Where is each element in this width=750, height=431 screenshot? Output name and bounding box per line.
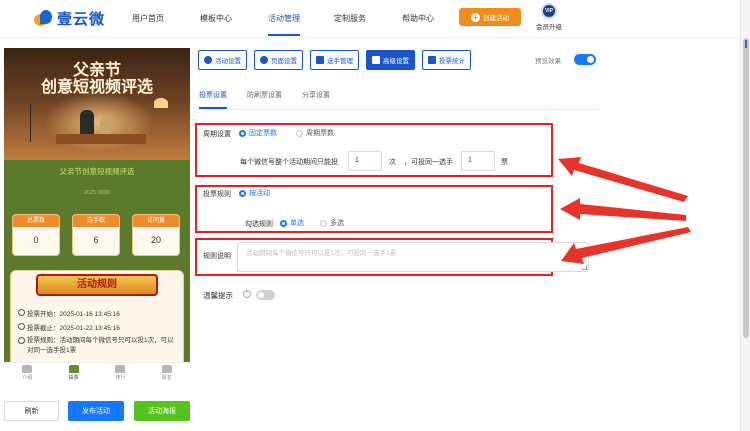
rules-title: 活动规则 [36, 274, 158, 296]
page-settings-button[interactable]: 页面设置 [254, 50, 303, 70]
nav-item-home[interactable]: 用户首页 [132, 13, 164, 24]
page-icon [260, 56, 268, 64]
rule-vote: 投票规则：活动期间每个微信号只可以投1次，可以对同一选手投1票 [18, 336, 178, 356]
rank-icon [115, 365, 126, 373]
arrow-cycle [558, 157, 688, 202]
radio-periodic-votes[interactable]: 周期票数 [296, 128, 334, 138]
tab-share-settings[interactable]: 分享设置 [302, 90, 330, 100]
home-icon [22, 365, 33, 373]
activity-settings-button[interactable]: 活动设置 [198, 50, 247, 70]
settings-subtabs: 投票设置 防刷票设置 分享设置 [199, 90, 599, 110]
preview-effect-toggle[interactable] [574, 54, 596, 65]
same-contestant-input[interactable]: 1 [461, 151, 495, 171]
plus-icon: + [471, 12, 480, 22]
tip-label: 温馨提示 [203, 291, 233, 300]
father-figure-icon [80, 110, 94, 136]
votes-per-user-input[interactable]: 1 [348, 151, 382, 171]
radio-single[interactable]: 单选 [280, 218, 304, 228]
preview-subtitle: 父亲节创意短视频评选 [59, 167, 135, 176]
tip-toggle[interactable] [256, 290, 275, 300]
phone-preview: 父亲节 创意短视频评选 父亲节创意短视频评选 2025 0000 总票数 0 选… [4, 48, 190, 385]
stat-label: 选手数 [73, 215, 119, 227]
users-icon [316, 56, 324, 64]
vip-badge-icon: VIP [541, 3, 557, 19]
rule-start: 投票开始：2025-01-16 13:45:16 [18, 308, 178, 318]
lamp-icon [154, 98, 168, 108]
chart-icon [428, 56, 436, 64]
radio-multi[interactable]: 多选 [320, 218, 344, 228]
arrow-vote-rule [560, 198, 686, 221]
rule-text-c: ，可投同一选手 [404, 159, 453, 166]
rule-text-b: 次 [389, 159, 396, 166]
tab-rank[interactable]: 排行 [97, 363, 144, 385]
child-figure-icon [100, 116, 111, 136]
info-icon [18, 336, 25, 344]
vote-stats-button[interactable]: 投票统计 [422, 50, 471, 70]
tab-anti-fraud[interactable]: 防刷票设置 [247, 90, 282, 100]
nav-item-activities[interactable]: 活动管理 [268, 13, 300, 36]
tab-vote[interactable]: 投票 [51, 363, 98, 385]
banner-title-line2: 创意短视频评选 [40, 79, 153, 96]
rule-end: 投票截止：2025-01-22 13:45:16 [18, 322, 178, 332]
signup-icon [161, 365, 172, 373]
tab-vote-settings[interactable]: 投票设置 [199, 90, 227, 109]
publish-button[interactable]: 发布活动 [68, 401, 124, 421]
gear-icon [204, 56, 212, 64]
clock-icon [18, 308, 25, 316]
radio-by-activity[interactable]: 按活动 [239, 188, 270, 198]
tripod-icon [30, 104, 42, 142]
rule-desc-placeholder: 活动期间每个微信号只可以投1次，可投同一选手1票 [246, 250, 397, 257]
tab-signup[interactable]: 报名 [144, 363, 191, 385]
rule-text-a: 每个微信号整个活动期间只能投 [240, 159, 338, 166]
poster-button[interactable]: 活动海报 [134, 401, 190, 421]
vote-icon [68, 365, 79, 373]
table-shape [56, 134, 146, 144]
nav-item-custom[interactable]: 定制服务 [334, 13, 366, 24]
stat-value: 6 [93, 235, 99, 245]
preview-banner: 父亲节 创意短视频评选 [4, 48, 190, 160]
create-activity-label: 创建活动 [483, 15, 509, 22]
stat-value: 20 [150, 235, 161, 245]
rule-desc-textarea[interactable]: 活动期间每个微信号只可以投1次，可投同一选手1票 [237, 242, 589, 272]
radio-fixed-votes[interactable]: 固定票数 [239, 128, 277, 138]
stat-label: 总票数 [13, 215, 59, 227]
stat-contestants: 选手数 6 [72, 214, 120, 256]
create-activity-button[interactable]: + 创建活动 [459, 8, 521, 26]
stat-visits: 访问量 20 [132, 214, 180, 256]
sliders-icon [372, 56, 380, 64]
nav-item-templates[interactable]: 模板中心 [200, 13, 232, 24]
scrollbar-thumb[interactable] [743, 38, 749, 338]
resize-handle-icon[interactable] [582, 265, 587, 270]
vip-label: 会员升级 [536, 24, 562, 31]
preview-tabbar: 介绍 投票 排行 报名 [4, 362, 190, 385]
vip-upgrade[interactable]: VIP 会员升级 [535, 3, 563, 31]
rule-desc-label: 规则说明 [203, 253, 231, 260]
page-scrollbar[interactable] [740, 0, 750, 431]
clock-icon [18, 322, 25, 330]
vote-rule-label: 投票规则 [203, 191, 231, 198]
logo[interactable]: 壹云微 [32, 8, 105, 29]
help-icon[interactable]: ? [243, 290, 251, 298]
contestant-manage-button[interactable]: 选手管理 [310, 50, 359, 70]
check-rule-label: 勾选规则 [245, 221, 273, 228]
top-nav: 壹云微 用户首页 模板中心 活动管理 定制服务 帮助中心 + 创建活动 VIP … [0, 0, 740, 38]
stat-value: 0 [33, 235, 39, 245]
preview-effect-label: 预览效果 [535, 58, 561, 65]
nav-item-help[interactable]: 帮助中心 [402, 13, 434, 24]
stat-total-votes: 总票数 0 [12, 214, 60, 256]
rule-text-d: 票 [501, 159, 508, 166]
stat-label: 访问量 [133, 215, 179, 227]
scrollbar-marker [745, 40, 747, 48]
tab-intro[interactable]: 介绍 [4, 363, 51, 385]
cycle-label: 周期设置 [203, 131, 231, 138]
logo-icon [32, 9, 54, 28]
settings-toolbar: 活动设置 页面设置 选手管理 高级设置 投票统计 [198, 50, 471, 70]
advanced-settings-button[interactable]: 高级设置 [366, 50, 415, 70]
preview-date: 2025 0000 [84, 190, 110, 196]
refresh-button[interactable]: 刷新 [4, 401, 59, 421]
brand-name: 壹云微 [57, 11, 106, 28]
